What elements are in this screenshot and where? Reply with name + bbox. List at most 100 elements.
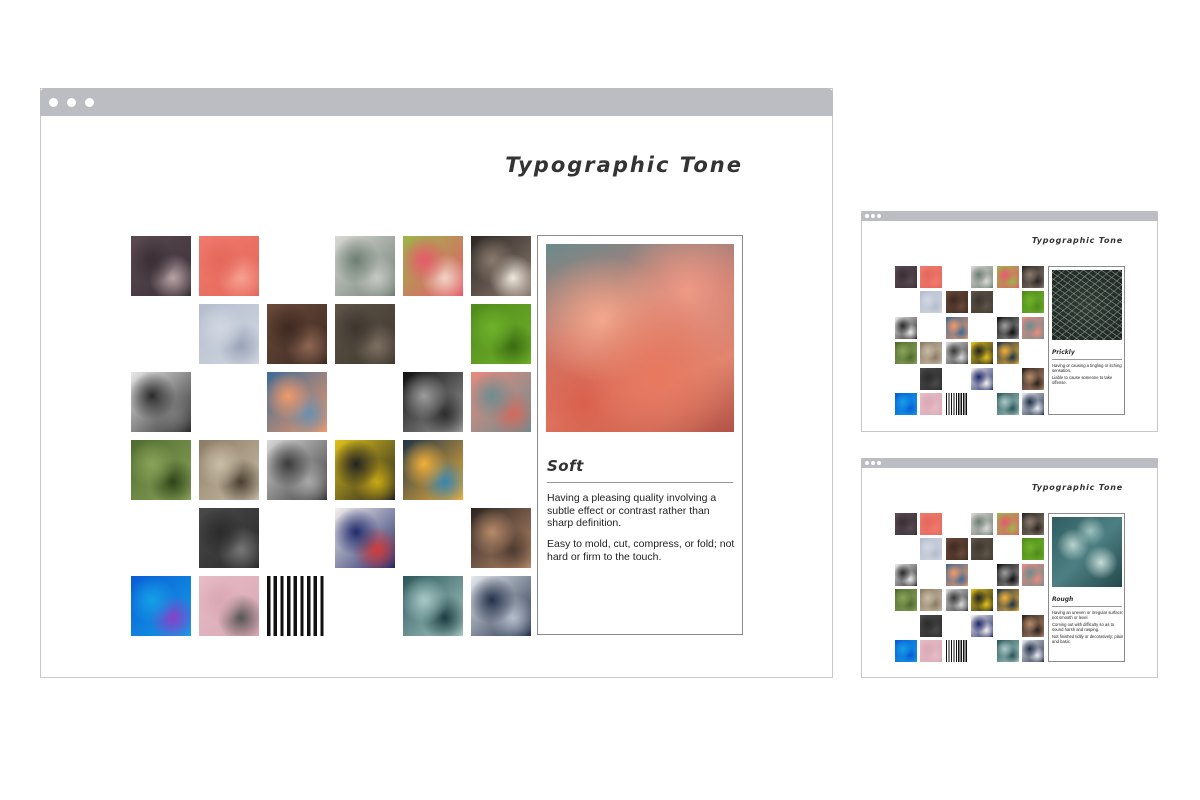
image-tile[interactable]: [996, 513, 1019, 535]
tile-log-rings[interactable]: [335, 304, 395, 364]
image-tile[interactable]: [996, 640, 1019, 662]
image-tile[interactable]: [895, 266, 917, 288]
window-dot-icon[interactable]: [871, 214, 875, 218]
image-tile[interactable]: [971, 342, 994, 365]
image-tile[interactable]: [945, 589, 968, 612]
image-tile[interactable]: [1022, 614, 1044, 637]
card-definition: Liable to cause someone to take offense.: [1052, 375, 1113, 385]
image-tile[interactable]: [895, 393, 917, 415]
image-tile[interactable]: [996, 316, 1019, 339]
tile-bench-couple[interactable]: [267, 440, 327, 500]
image-tile[interactable]: [1022, 266, 1044, 288]
window-dot-icon[interactable]: [49, 98, 58, 107]
tile-silhouette[interactable]: [403, 372, 463, 432]
card-definition: Having an uneven or irregular surface; n…: [1052, 610, 1124, 620]
window-dot-icon[interactable]: [865, 461, 869, 465]
image-tile[interactable]: [971, 367, 994, 390]
card-word: Prickly: [1052, 349, 1075, 356]
image-tile[interactable]: [945, 316, 968, 339]
image-tile[interactable]: [971, 538, 994, 561]
image-tile[interactable]: [971, 266, 994, 288]
tile-type-specimen[interactable]: [335, 508, 395, 568]
image-tile[interactable]: [971, 513, 994, 535]
tile-wood-type[interactable]: [267, 304, 327, 364]
image-tile[interactable]: [895, 640, 917, 662]
tile-teal-foam[interactable]: [403, 576, 463, 636]
image-tile[interactable]: [895, 589, 917, 612]
image-tile[interactable]: [971, 291, 994, 314]
image-tile[interactable]: [996, 563, 1019, 586]
tile-dark-rock[interactable]: [199, 508, 259, 568]
image-tile[interactable]: [945, 342, 968, 365]
image-tile[interactable]: [1022, 291, 1044, 314]
tile-architecture[interactable]: [471, 576, 531, 636]
image-tile[interactable]: [895, 316, 917, 339]
image-tile[interactable]: [1022, 563, 1044, 586]
image-tile[interactable]: [1022, 367, 1044, 390]
tile-leaf-light[interactable]: [403, 440, 463, 500]
image-tile[interactable]: [971, 614, 994, 637]
window-dot-icon[interactable]: [85, 98, 94, 107]
window-dot-icon[interactable]: [865, 214, 869, 218]
tile-yellow-signs[interactable]: [335, 440, 395, 500]
tile-bw-crowd[interactable]: [131, 372, 191, 432]
window-dot-icon[interactable]: [67, 98, 76, 107]
tile-cactus-spines[interactable]: [131, 236, 191, 296]
image-tile[interactable]: [996, 589, 1019, 612]
tile-pink-mesh[interactable]: [199, 236, 259, 296]
tile-hand-light[interactable]: [471, 508, 531, 568]
tile-green-hills[interactable]: [131, 440, 191, 500]
tile-kitchen-tools[interactable]: [199, 440, 259, 500]
image-tile[interactable]: [1022, 316, 1044, 339]
image-tile[interactable]: [945, 640, 968, 662]
image-tile[interactable]: [895, 513, 917, 535]
tile-succulent[interactable]: [335, 236, 395, 296]
image-tile[interactable]: [920, 538, 943, 561]
card-word: Rough: [1052, 596, 1074, 603]
image-tile[interactable]: [1022, 538, 1044, 561]
card-photo-foam: [1052, 517, 1122, 587]
page-title: Typographic Tone: [505, 153, 743, 177]
image-tile[interactable]: [920, 640, 943, 662]
image-tile[interactable]: [920, 513, 943, 535]
image-tile[interactable]: [945, 393, 968, 415]
image-tile[interactable]: [945, 291, 968, 314]
tile-pink-wire[interactable]: [199, 576, 259, 636]
image-tile[interactable]: [920, 589, 943, 612]
tile-peach[interactable]: [403, 236, 463, 296]
image-tile[interactable]: [945, 538, 968, 561]
window-dot-icon[interactable]: [871, 461, 875, 465]
card-definition: Coming out with difficulty so as to soun…: [1052, 622, 1115, 632]
image-tile[interactable]: [971, 589, 994, 612]
tile-sunset-sea[interactable]: [267, 372, 327, 432]
image-tile[interactable]: [920, 342, 943, 365]
image-tile[interactable]: [996, 393, 1019, 415]
window-dot-icon[interactable]: [877, 461, 881, 465]
main-browser-window: Typographic Tone Soft Having a pleasing …: [40, 88, 833, 678]
image-tile[interactable]: [996, 266, 1019, 288]
tile-moss[interactable]: [471, 304, 531, 364]
image-tile[interactable]: [1022, 393, 1044, 415]
image-tile[interactable]: [1022, 640, 1044, 662]
image-tile[interactable]: [1022, 513, 1044, 535]
image-tile[interactable]: [895, 342, 917, 365]
image-tile[interactable]: [920, 367, 943, 390]
image-tile[interactable]: [920, 614, 943, 637]
card-divider: [547, 482, 733, 483]
tile-typewriter[interactable]: [471, 236, 531, 296]
window-dot-icon[interactable]: [877, 214, 881, 218]
tile-blue-cell[interactable]: [131, 576, 191, 636]
image-tile[interactable]: [920, 393, 943, 415]
page-title: Typographic Tone: [1031, 236, 1123, 245]
card-photo-cactus: [1052, 270, 1122, 340]
image-tile[interactable]: [996, 342, 1019, 365]
card-word: Soft: [547, 457, 584, 475]
image-tile[interactable]: [920, 291, 943, 314]
image-tile[interactable]: [920, 266, 943, 288]
tile-stripes[interactable]: [267, 576, 327, 636]
card-divider: [1052, 606, 1122, 607]
tile-snow-field[interactable]: [199, 304, 259, 364]
image-tile[interactable]: [895, 563, 917, 586]
image-tile[interactable]: [945, 563, 968, 586]
tile-pink-clouds[interactable]: [471, 372, 531, 432]
